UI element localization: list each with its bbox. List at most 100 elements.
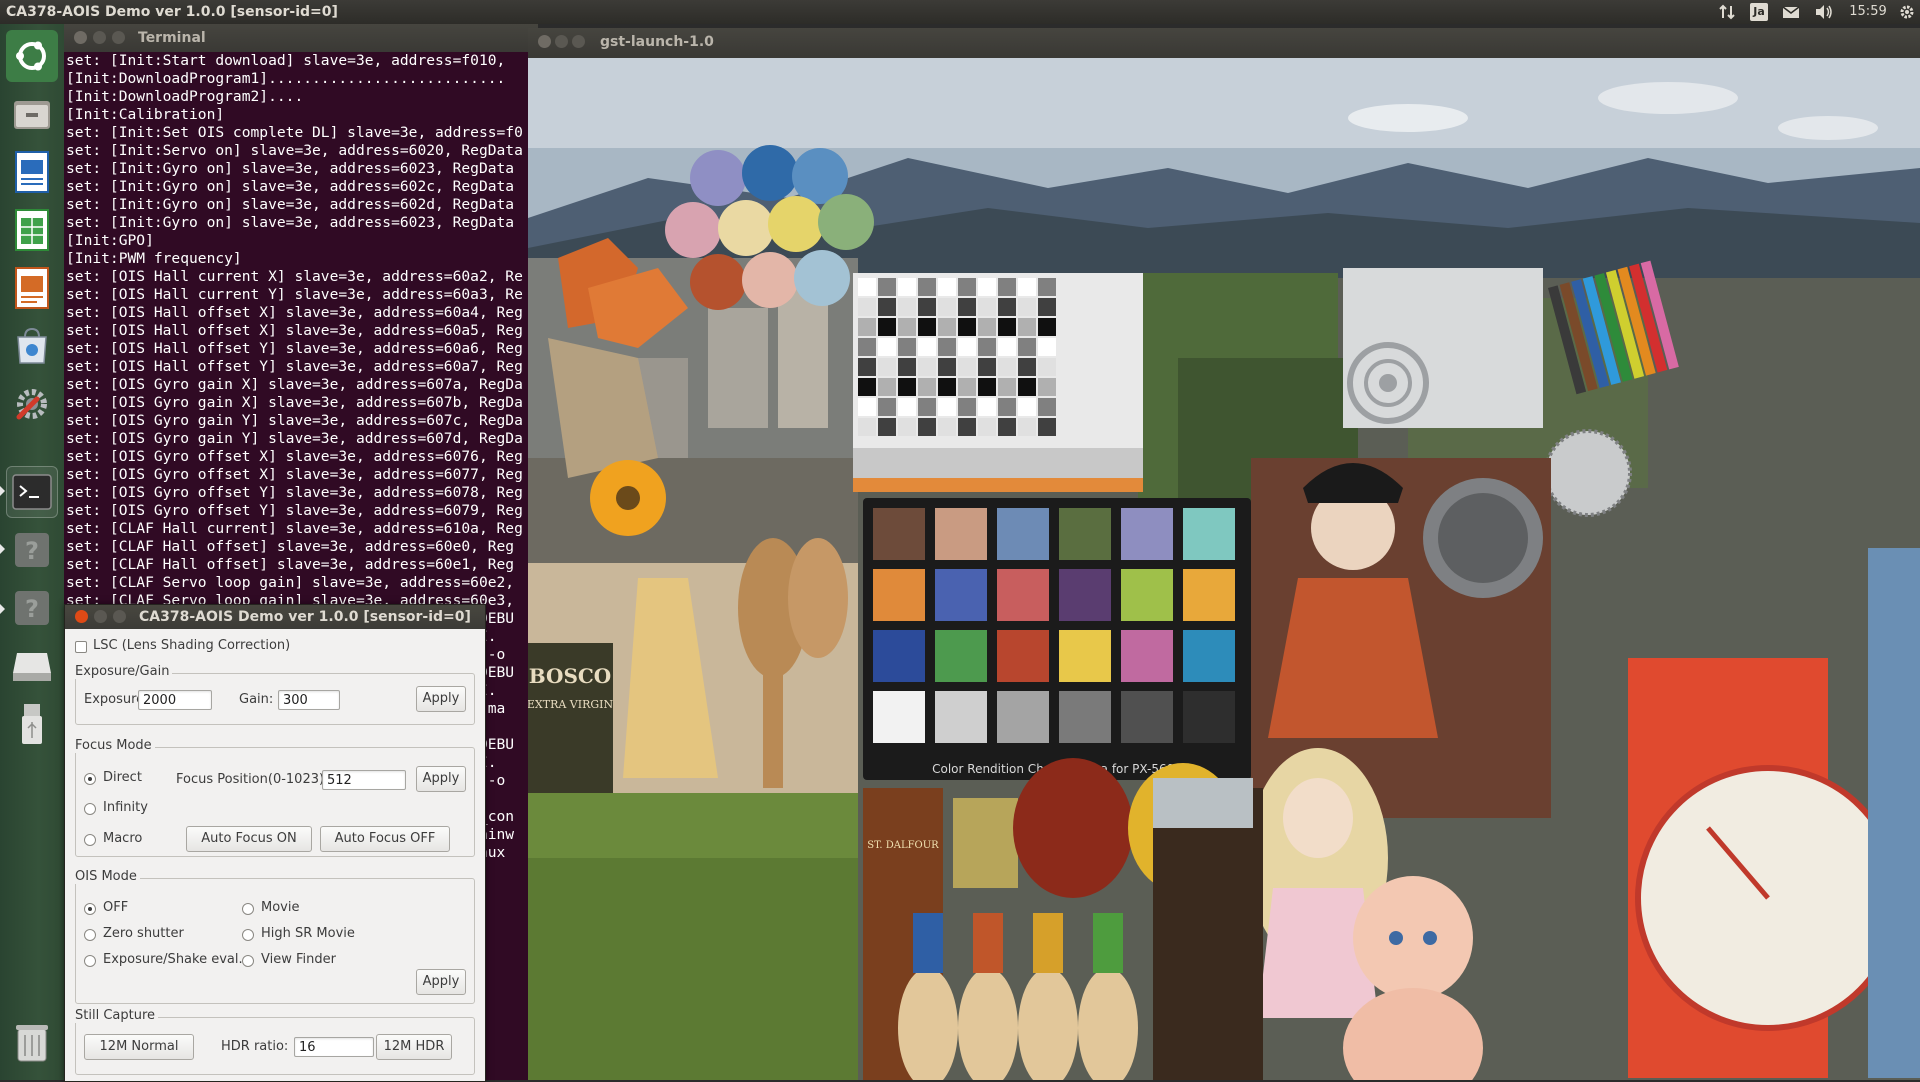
terminal-line: set: [Init:Start download] slave=3e, add…	[66, 52, 506, 69]
focus-direct-radio[interactable]	[84, 773, 96, 785]
test-chart-cell	[1018, 398, 1036, 416]
running-indicator	[0, 604, 5, 614]
color-patch	[997, 691, 1049, 743]
close-icon[interactable]	[74, 31, 87, 44]
writer-icon[interactable]	[6, 146, 58, 198]
system-settings-icon[interactable]	[6, 378, 58, 430]
system-gear-icon[interactable]	[1896, 0, 1918, 24]
test-chart-cell	[998, 318, 1016, 336]
capture-12m-normal-button[interactable]: 12M Normal	[84, 1034, 194, 1060]
file-manager-icon[interactable]	[6, 88, 58, 140]
ois-off-radio[interactable]	[84, 903, 96, 915]
color-patch	[1059, 630, 1111, 682]
test-chart-cell	[858, 418, 876, 436]
dialog-titlebar[interactable]: CA378-AOIS Demo ver 1.0.0 [sensor-id=0]	[65, 605, 485, 629]
calc-icon[interactable]	[6, 204, 58, 256]
group-label: OIS Mode	[75, 869, 140, 884]
usb-drive-icon[interactable]	[6, 698, 58, 750]
minimize-icon[interactable]	[555, 35, 568, 48]
test-chart-cell	[998, 378, 1016, 396]
clock[interactable]: 15:59	[1846, 0, 1890, 24]
impress-icon[interactable]	[6, 262, 58, 314]
test-chart-cell	[918, 358, 936, 376]
auto-focus-on-button[interactable]: Auto Focus ON	[186, 826, 312, 852]
minimize-icon[interactable]	[94, 610, 107, 623]
ois-high-sr-movie-radio[interactable]	[242, 929, 254, 941]
terminal-line: set: [OIS Hall current Y] slave=3e, addr…	[66, 286, 523, 303]
terminal-line: set: [OIS Gyro offset Y] slave=3e, addre…	[66, 502, 523, 519]
test-chart-cell	[918, 298, 936, 316]
focus-position-field[interactable]: 512	[322, 770, 406, 790]
focus-apply-button[interactable]: Apply	[416, 766, 466, 792]
test-chart-cell	[1018, 418, 1036, 436]
terminal-titlebar[interactable]: Terminal	[64, 24, 538, 52]
ois-zero-shutter-label: Zero shutter	[103, 926, 184, 941]
ois-exposure-shake-radio[interactable]	[84, 955, 96, 967]
test-chart-cell	[938, 358, 956, 376]
ubuntu-home-icon[interactable]	[6, 30, 58, 82]
terminal-line: set: [CLAF Servo loop gain] slave=3e, ad…	[66, 574, 515, 591]
terminal-line: set: [OIS Gyro offset X] slave=3e, addre…	[66, 448, 523, 465]
terminal-line: set: [Init:Set OIS complete DL] slave=3e…	[66, 124, 523, 141]
color-patch	[1183, 691, 1235, 743]
focus-macro-radio[interactable]	[84, 834, 96, 846]
focus-infinity-label: Infinity	[103, 800, 148, 815]
exposure-apply-button[interactable]: Apply	[416, 686, 466, 712]
test-chart-cell	[898, 398, 916, 416]
trash-icon[interactable]	[6, 1016, 58, 1068]
network-updown-icon[interactable]	[1716, 0, 1738, 24]
test-chart-cell	[938, 338, 956, 356]
test-chart-cell	[998, 418, 1016, 436]
exposure-field[interactable]: 2000	[138, 690, 212, 710]
color-patch	[1059, 569, 1111, 621]
hdr-ratio-field[interactable]: 16	[294, 1037, 374, 1057]
ois-apply-button[interactable]: Apply	[416, 969, 466, 995]
lsc-checkbox[interactable]	[75, 641, 87, 653]
test-chart-cell	[998, 298, 1016, 316]
mail-icon[interactable]	[1780, 0, 1802, 24]
maximize-icon[interactable]	[112, 31, 125, 44]
test-chart-cell	[858, 358, 876, 376]
keyboard-layout-indicator[interactable]: Ja	[1748, 0, 1770, 24]
unknown-app-icon[interactable]: ?	[6, 582, 58, 634]
color-patch	[935, 569, 987, 621]
test-chart-cell	[1038, 378, 1056, 396]
maximize-icon[interactable]	[113, 610, 126, 623]
ois-zero-shutter-radio[interactable]	[84, 929, 96, 941]
close-icon[interactable]	[75, 610, 88, 623]
color-patch	[997, 569, 1049, 621]
color-patch	[997, 630, 1049, 682]
color-patch	[1059, 691, 1111, 743]
window-title: gst-launch-1.0	[600, 34, 714, 50]
terminal-line: set: [Init:Gyro on] slave=3e, address=60…	[66, 160, 515, 177]
close-icon[interactable]	[538, 35, 551, 48]
test-chart-cell	[1018, 278, 1036, 296]
test-chart-cell	[978, 358, 996, 376]
volume-icon[interactable]	[1812, 0, 1836, 24]
test-chart-cell	[978, 418, 996, 436]
auto-focus-off-button[interactable]: Auto Focus OFF	[320, 826, 450, 852]
test-chart-cell	[998, 398, 1016, 416]
unknown-app-icon[interactable]: ?	[6, 524, 58, 576]
drive-icon[interactable]	[6, 640, 58, 692]
software-center-icon[interactable]	[6, 320, 58, 372]
color-patch	[935, 691, 987, 743]
running-indicator	[0, 486, 5, 496]
ois-movie-radio[interactable]	[242, 903, 254, 915]
gain-field[interactable]: 300	[278, 690, 340, 710]
terminal-line: set: [CLAF Hall current] slave=3e, addre…	[66, 520, 523, 537]
terminal-icon[interactable]	[6, 466, 58, 518]
olive-oil-label: BOSCO	[529, 664, 611, 688]
test-chart-cell	[898, 378, 916, 396]
focus-macro-label: Macro	[103, 831, 143, 846]
minimize-icon[interactable]	[93, 31, 106, 44]
test-chart-cell	[1038, 338, 1056, 356]
running-indicator	[0, 544, 5, 554]
test-chart-cell	[858, 398, 876, 416]
capture-12m-hdr-button[interactable]: 12M HDR	[376, 1034, 452, 1060]
camera-preview: Color Rendition Chart Replica for PX-560…	[528, 58, 1920, 1080]
maximize-icon[interactable]	[572, 35, 585, 48]
focus-infinity-radio[interactable]	[84, 803, 96, 815]
viewer-titlebar[interactable]: gst-launch-1.0	[528, 28, 1920, 56]
ois-view-finder-radio[interactable]	[242, 955, 254, 967]
